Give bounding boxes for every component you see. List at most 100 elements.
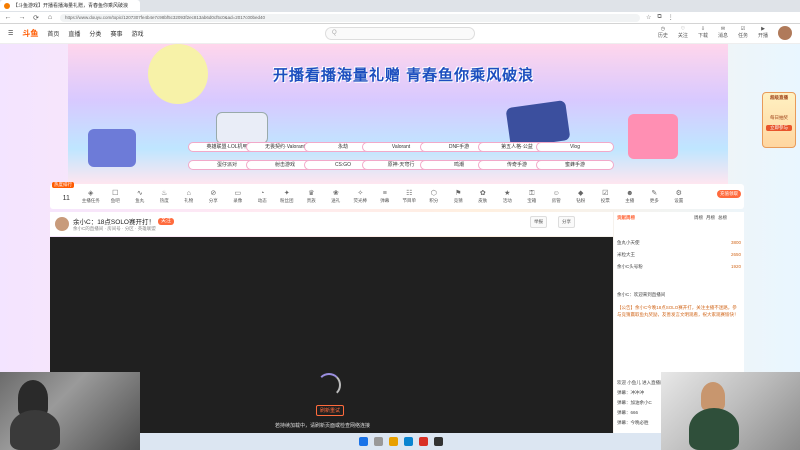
toolbar-item[interactable]: ♛ 贵族 (299, 190, 324, 204)
edge-icon[interactable] (403, 437, 413, 446)
rank-tab[interactable]: 月榜 (706, 215, 715, 221)
toolbar-item[interactable]: ▭ 录像 (226, 190, 251, 204)
rank-value: 1920 (730, 264, 741, 269)
follow-icon[interactable]: ♡ 关注 (678, 26, 688, 40)
nav-home[interactable]: 首页 (47, 29, 59, 38)
reload-icon[interactable]: ⟳ (32, 14, 40, 22)
message-icon[interactable]: ✉ 消息 (718, 26, 728, 40)
folder-icon[interactable] (388, 437, 398, 446)
menu-icon[interactable]: ⋮ (668, 14, 674, 21)
rank-row[interactable]: 米粒大王 2650 (617, 252, 741, 258)
toolbar-label: 送礼 (331, 197, 341, 203)
chat-message: 余小C：欢迎来到直播间 (617, 292, 666, 297)
rank-tab[interactable]: 周榜 (694, 215, 703, 221)
toolbar-label: 鱼吧 (110, 197, 120, 203)
header-icons: ◷ 历史 ♡ 关注 ⇩ 下载 ✉ 消息 ☑ 任务 ▶ 开播 (658, 26, 792, 40)
event-banner[interactable]: 开播看播海量礼赠 青春鱼你乘风破浪 英雄联盟·LOL机甲 无畏契约·Valora… (68, 44, 728, 184)
toolbar-label: 钻粉 (576, 197, 586, 203)
hot-rank-badge[interactable]: 热度排行 (52, 182, 74, 188)
toolbar-item[interactable]: ⬡ 积分 (422, 190, 447, 204)
app-icon[interactable] (418, 437, 428, 446)
nav-category[interactable]: 分类 (89, 29, 101, 38)
toolbar-label: 鱼丸 (135, 197, 145, 203)
toolbar-label: 皮肤 (478, 197, 488, 203)
toolbar-item[interactable]: ≡ 弹幕 (373, 190, 398, 204)
banner-chip[interactable]: Vlog (536, 142, 614, 152)
toolbar-item[interactable]: ⌂ 礼物 (177, 190, 202, 204)
rank-row[interactable]: 余小C头号粉 1920 (617, 264, 741, 270)
follow-button[interactable]: 关注 (158, 217, 175, 225)
toolbar-item[interactable]: ☑ 投票 (593, 190, 618, 204)
toolbar-item[interactable]: ✎ 更多 (642, 190, 667, 204)
site-logo[interactable]: 斗鱼 (22, 28, 38, 39)
toolbar-label: 竞猜 (453, 197, 463, 203)
history-label: 历史 (657, 33, 668, 39)
browser-tab[interactable]: 【斗鱼游戏】开播看播海量礼赠，青春鱼你乘风破浪 (0, 0, 140, 11)
url-field[interactable]: https://www.douyu.com/topic/1207307fe4b4… (60, 13, 640, 22)
toolbar-item[interactable]: ☐ 鱼吧 (103, 190, 128, 204)
reload-video-button[interactable]: 刷新重试 (316, 405, 345, 416)
search-input[interactable]: Q (325, 27, 475, 40)
toolbar-item[interactable]: ☺ 房管 (544, 190, 569, 204)
nav-games[interactable]: 游戏 (131, 29, 143, 38)
toolbar-item[interactable]: ⚙ 设置 (667, 190, 692, 204)
toolbar-label: 贵族 (306, 197, 316, 203)
forward-icon[interactable]: → (18, 14, 26, 21)
streamer-avatar[interactable] (55, 217, 69, 231)
browser-tab-bar: 【斗鱼游戏】开播看播海量礼赠，青春鱼你乘风破浪 (0, 0, 800, 12)
start-icon[interactable] (358, 437, 368, 446)
side-promo-line1: 每日抽奖 (770, 115, 788, 120)
toolbar-item[interactable]: ◆ 钻粉 (569, 190, 594, 204)
report-button[interactable]: 举报 (530, 216, 547, 228)
nav-events[interactable]: 赛事 (110, 29, 122, 38)
rank-row[interactable]: 鱼丸小天使 3800 (617, 240, 741, 246)
broadcast-icon[interactable]: ▶ 开播 (758, 26, 768, 40)
broadcast-label: 开播 (757, 33, 768, 39)
search-icon[interactable] (373, 437, 383, 446)
toolbar-item[interactable]: ❀ 送礼 (324, 190, 349, 204)
nav-live[interactable]: 直播 (68, 29, 80, 38)
laptop-image (216, 112, 268, 144)
toolbar-item[interactable]: ◈ 主播任务 (79, 190, 104, 204)
gamepad-image (88, 129, 136, 167)
toolbar-item[interactable]: ⊘ 分享 (201, 190, 226, 204)
toolbar-item[interactable]: ♨ 热度 (152, 190, 177, 204)
toolbar-item[interactable]: ✿ 皮肤 (471, 190, 496, 204)
toolbar-item[interactable]: ⚿ 宝箱 (520, 190, 545, 204)
toolbar-label: 分享 (208, 197, 218, 203)
toolbar-item[interactable]: ∿ 鱼丸 (128, 190, 153, 204)
banner-chip[interactable]: 蜜蜂手游 (536, 160, 614, 170)
side-promo-title: 超级直播 (770, 95, 788, 100)
toolbar-item[interactable]: ⚑ 竞猜 (446, 190, 471, 204)
os-taskbar (140, 433, 661, 450)
rank-tab[interactable]: 总榜 (718, 215, 727, 221)
side-promo[interactable]: 超级直播 每日抽奖 立即参与 (762, 92, 796, 148)
history-icon[interactable]: ◷ 历史 (658, 26, 668, 40)
user-avatar[interactable] (778, 26, 792, 40)
hot-count[interactable]: 11 (54, 191, 79, 202)
loading-spinner-icon (317, 373, 341, 397)
back-icon[interactable]: ← (4, 14, 12, 21)
toolbar-label: 节目单 (402, 197, 417, 203)
toolbar-item[interactable]: ☷ 节目单 (397, 190, 422, 204)
toolbar-item[interactable]: ✧ 荧光棒 (348, 190, 373, 204)
toolbar-item[interactable]: ☻ 主播 (618, 190, 643, 204)
download-icon[interactable]: ⇩ 下载 (698, 26, 708, 40)
app-icon[interactable] (433, 437, 443, 446)
hamburger-icon[interactable]: ☰ (8, 30, 13, 37)
rank-value: 2650 (730, 252, 741, 257)
webcam-right (661, 372, 800, 450)
share-button[interactable]: 分享 (558, 216, 575, 228)
person-image (689, 408, 739, 450)
task-icon[interactable]: ☑ 任务 (738, 26, 748, 40)
toolbar-item[interactable]: ★ 活动 (495, 190, 520, 204)
toolbar-label: 主播任务 (81, 197, 100, 203)
star-icon[interactable]: ☆ (646, 14, 651, 21)
home-icon[interactable]: ⌂ (46, 14, 54, 21)
chat-announcement: 【公告】余小C今晚18点SOLO赛开打，关注主播不迷路，参与竞猜赢取鱼丸奖励，友… (617, 305, 739, 317)
recharge-button[interactable]: 充值领取 (717, 190, 741, 198)
toolbar-item[interactable]: ✦ 粉丝团 (275, 190, 300, 204)
toolbar-item[interactable]: ◔ 动态 (250, 190, 275, 204)
tablet-image (505, 100, 571, 148)
extensions-icon[interactable]: ⧉ (657, 14, 661, 21)
